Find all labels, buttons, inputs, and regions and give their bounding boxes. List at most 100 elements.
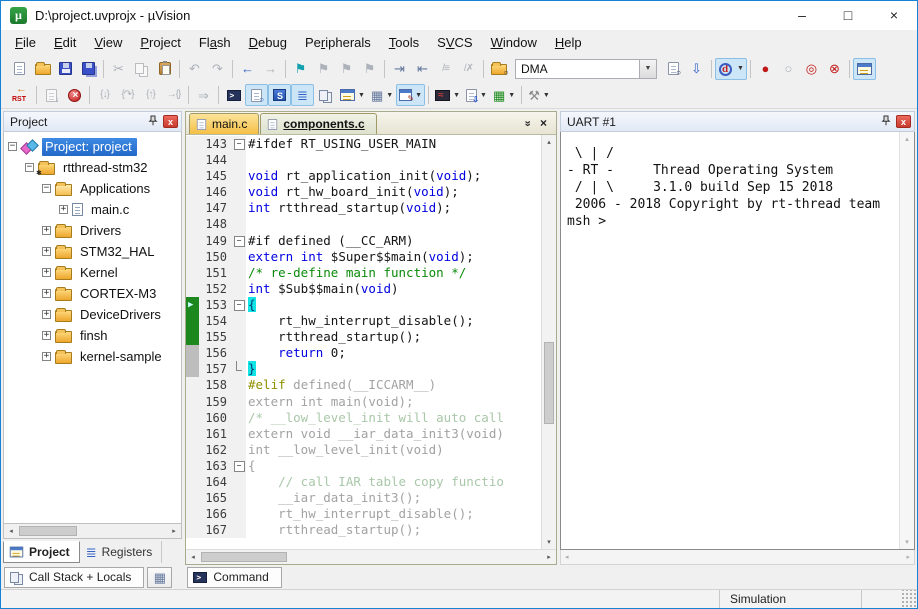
code-line-164[interactable]: 164 // call IAR table copy functio [186,474,541,490]
search-combo[interactable]: DMA▼ [515,59,657,79]
code-line-147[interactable]: 147int rtthread_startup(void); [186,200,541,216]
collapse-icon[interactable]: − [42,184,51,193]
tree-item-kernel[interactable]: +Kernel [4,262,181,283]
tab-call-stack-locals[interactable]: Call Stack + Locals [4,567,144,588]
run-to-cursor-button[interactable]: →{} [162,84,185,106]
combo-dropdown-icon[interactable]: ▼ [639,60,656,78]
find-text-button[interactable]: ▼ [715,58,747,80]
code-line-153[interactable]: 153{ [186,297,541,313]
indent-button[interactable]: ⇥ [388,58,411,80]
scroll-right-icon[interactable]: ▸ [542,553,556,561]
code-line-149[interactable]: 149#if defined (__CC_ARM) [186,233,541,249]
menu-help[interactable]: Help [546,30,591,55]
redo-button[interactable]: ↷ [206,58,229,80]
uart-console[interactable]: \ | / - RT - Thread Operating System / |… [561,132,899,549]
dropdown-caret-icon[interactable]: ▼ [543,92,550,99]
code-line-156[interactable]: 156 return 0; [186,345,541,361]
expand-icon[interactable]: + [42,247,51,256]
paste-button[interactable] [153,58,176,80]
resize-grip[interactable] [901,590,917,608]
menu-flash[interactable]: Flash [190,30,240,55]
tree-item-project-project[interactable]: −Project: project [4,136,181,157]
fold-marker[interactable] [232,297,246,313]
close-document-icon[interactable]: × [540,117,547,129]
tab-command[interactable]: Command [187,567,281,588]
find-in-files-button[interactable]: ○ [662,58,685,80]
menu-svcs[interactable]: SVCS [428,30,481,55]
go-button[interactable]: ⇒ [192,84,215,106]
fold-marker[interactable] [232,136,246,152]
tab-project[interactable]: Project [3,541,80,563]
disable-all-breakpoints-button[interactable]: ◎ [800,58,823,80]
expand-icon[interactable]: + [59,205,68,214]
insert-bookmark-button[interactable]: ⚑ [289,58,312,80]
pin-icon[interactable] [148,115,158,129]
comment-button[interactable]: /≡ [434,58,457,80]
editor-vertical-scrollbar[interactable]: ▴ ▾ [541,135,556,549]
menu-debug[interactable]: Debug [240,30,296,55]
incremental-find-button[interactable]: ⇩ [685,58,708,80]
code-line-144[interactable]: 144 [186,152,541,168]
uncomment-button[interactable]: /✗ [457,58,480,80]
scroll-left-icon[interactable]: ◂ [4,527,18,535]
code-line-146[interactable]: 146void rt_hw_board_init(void); [186,184,541,200]
tree-item-stm32-hal[interactable]: +STM32_HAL [4,241,181,262]
code-line-150[interactable]: 150extern int $Super$$main(void); [186,249,541,265]
code-line-158[interactable]: 158#elif defined(__ICCARM__) [186,377,541,393]
logic-analyzer-button[interactable]: ▼ [432,84,463,106]
uart-vertical-scrollbar[interactable]: ▴ ▾ [899,132,914,549]
scroll-up-icon[interactable]: ▴ [542,135,556,149]
uart-horizontal-scrollbar[interactable]: ◂ ▸ [560,550,915,565]
dropdown-caret-icon[interactable]: ▼ [453,92,460,99]
menu-project[interactable]: Project [131,30,190,55]
step-into-button[interactable]: {↓} [93,84,116,106]
command-window-button[interactable] [222,84,245,106]
expand-icon[interactable]: + [42,310,51,319]
memory-window-button[interactable]: ▦▼ [368,84,396,106]
code-line-148[interactable]: 148 [186,216,541,232]
code-line-160[interactable]: 160/* __low_level_init will auto call [186,410,541,426]
code-line-161[interactable]: 161extern void __iar_data_init3(void) [186,426,541,442]
copy-button[interactable] [130,58,153,80]
code-line-145[interactable]: 145void rt_application_init(void); [186,168,541,184]
minimize-button[interactable]: – [779,1,825,30]
code-line-143[interactable]: 143#ifdef RT_USING_USER_MAIN [186,136,541,152]
open-file-button[interactable] [31,58,54,80]
dropdown-caret-icon[interactable]: ▼ [737,65,744,72]
menu-file[interactable]: File [6,30,45,55]
tree-item-rtthread-stm32[interactable]: −rtthread-stm32 [4,157,181,178]
tab-registers[interactable]: ≣ Registers [81,541,163,563]
code-area[interactable]: 143#ifdef RT_USING_USER_MAIN144145void r… [186,135,541,549]
kill-all-breakpoints-button[interactable]: ⊗ [823,58,846,80]
scroll-thumb[interactable] [201,552,287,562]
goto-next-bookmark-button[interactable]: ⚑ [312,58,335,80]
code-line-166[interactable]: 166 rt_hw_interrupt_disable(); [186,506,541,522]
editor-horizontal-scrollbar[interactable]: ◂ ▸ [186,549,556,564]
code-line-165[interactable]: 165 __iar_data_init3(); [186,490,541,506]
scroll-down-icon[interactable]: ▾ [542,535,556,549]
project-horizontal-scrollbar[interactable]: ◂ ▸ [3,524,182,539]
code-line-152[interactable]: 152int $Sub$$main(void) [186,281,541,297]
call-stack-window-button[interactable] [314,84,337,106]
code-line-167[interactable]: 167 rtthread_startup(); [186,522,541,538]
tree-item-kernel-sample[interactable]: +kernel-sample [4,346,181,367]
enable-disable-breakpoint-button[interactable]: ○ [777,58,800,80]
tree-item-drivers[interactable]: +Drivers [4,220,181,241]
code-line-154[interactable]: 154 rt_hw_interrupt_disable(); [186,313,541,329]
tree-item-applications[interactable]: −Applications [4,178,181,199]
symbols-window-button[interactable] [268,84,291,106]
editor-tab-main-c[interactable]: main.c [189,113,259,134]
system-viewer-button[interactable]: ⇩▼ [463,84,490,106]
navigate-back-button[interactable]: ← [236,58,259,80]
menu-window[interactable]: Window [482,30,546,55]
watch-window-button[interactable]: ▼ [337,84,368,106]
scroll-left-icon[interactable]: ◂ [565,553,569,561]
goto-prev-bookmark-button[interactable]: ⚑ [335,58,358,80]
save-button[interactable] [54,58,77,80]
scroll-track[interactable] [542,149,556,535]
dropdown-caret-icon[interactable]: ▼ [415,92,422,99]
expand-icon[interactable]: + [42,226,51,235]
cut-button[interactable]: ✂ [107,58,130,80]
menu-peripherals[interactable]: Peripherals [296,30,380,55]
scroll-right-icon[interactable]: ▸ [906,553,910,561]
